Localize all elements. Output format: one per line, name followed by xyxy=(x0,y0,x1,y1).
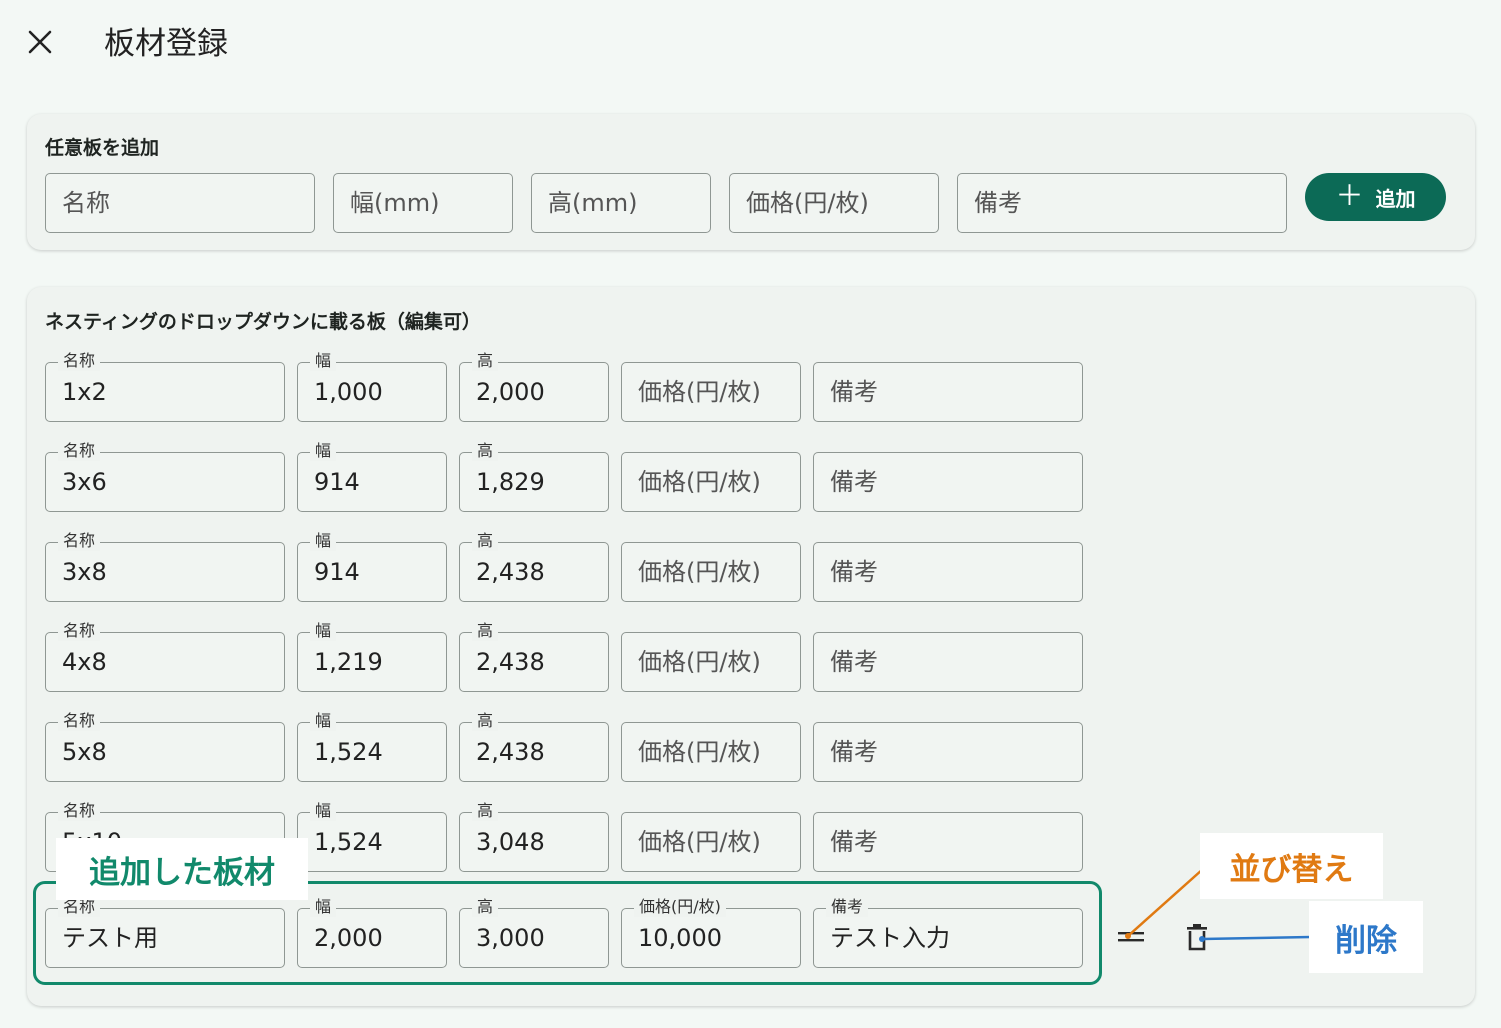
sort-callout-arrow xyxy=(1127,868,1204,937)
delete-callout: 削除 xyxy=(1309,901,1423,973)
delete-arrow-dot xyxy=(1199,936,1205,942)
sort-callout: 並び替え xyxy=(1200,833,1383,899)
sort-arrow-dot xyxy=(1125,933,1131,939)
delete-callout-arrow xyxy=(1201,935,1312,941)
